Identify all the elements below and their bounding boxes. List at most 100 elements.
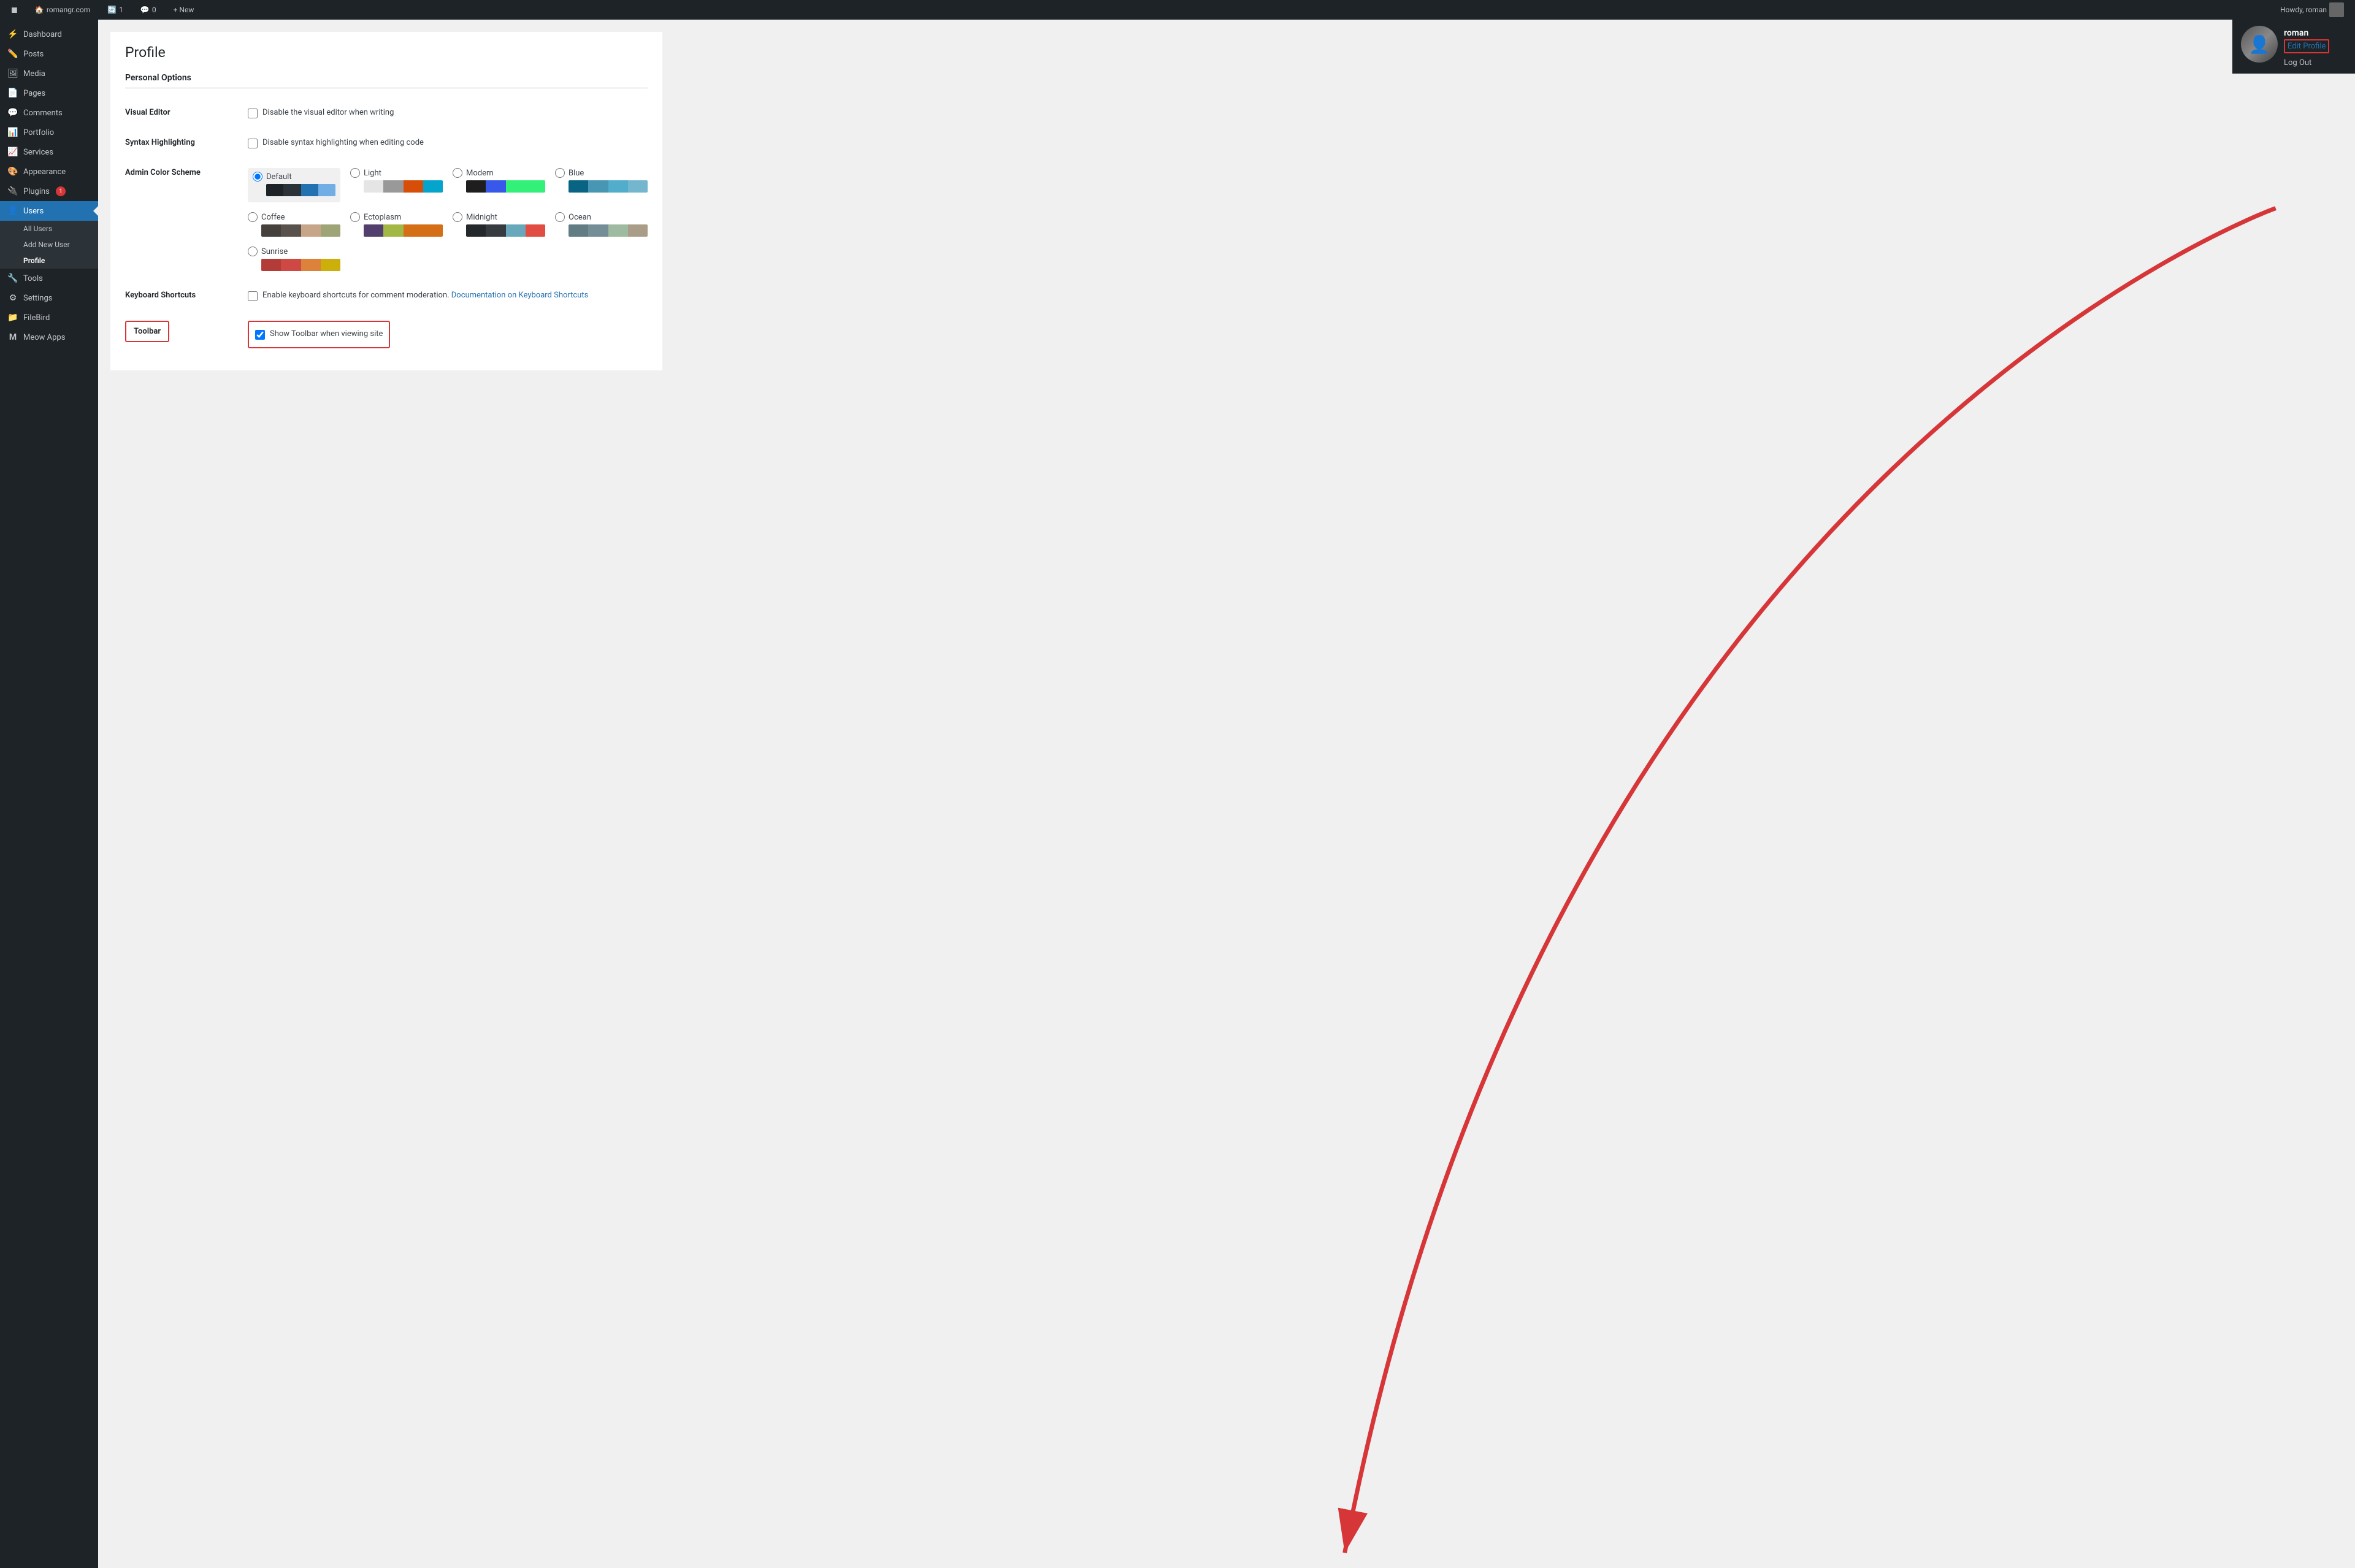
- tools-icon: 🔧: [7, 273, 18, 283]
- submenu-item-all-users[interactable]: All Users: [0, 221, 98, 237]
- color-scheme-midnight-radio[interactable]: [453, 212, 462, 222]
- color-scheme-label: Admin Color Scheme: [125, 158, 248, 281]
- syntax-highlighting-label: Syntax Highlighting: [125, 128, 248, 158]
- color-scheme-sunrise-radio[interactable]: [248, 247, 258, 256]
- logout-link[interactable]: Log Out: [2284, 58, 2329, 67]
- keyboard-shortcuts-docs-link[interactable]: Documentation on Keyboard Shortcuts: [451, 291, 589, 300]
- color-scheme-ocean-radio[interactable]: [555, 212, 565, 222]
- filebird-icon: 📁: [7, 313, 18, 323]
- color-scheme-blue-radio[interactable]: [555, 168, 565, 178]
- color-scheme-ectoplasm-label[interactable]: Ectoplasm: [350, 212, 443, 222]
- users-icon: 👤: [7, 206, 18, 216]
- color-scheme-field: Default: [248, 158, 648, 281]
- edit-profile-link[interactable]: Edit Profile: [2284, 39, 2329, 53]
- submenu-item-profile[interactable]: Profile: [0, 253, 98, 269]
- section-title: Personal Options: [125, 73, 648, 88]
- color-scheme-default-radio[interactable]: [253, 172, 262, 182]
- syntax-highlighting-checkbox-label[interactable]: Disable syntax highlighting when editing…: [248, 138, 648, 148]
- page-title: Profile: [125, 44, 648, 61]
- sidebar-item-label: Pages: [23, 89, 45, 98]
- sidebar-item-label: Users: [23, 207, 44, 216]
- media-icon: 🖼: [7, 69, 18, 78]
- plugins-icon: 🔌: [7, 186, 18, 196]
- ectoplasm-swatches: [364, 224, 443, 237]
- color-scheme-modern-radio[interactable]: [453, 168, 462, 178]
- color-scheme-default-label[interactable]: Default: [253, 172, 335, 182]
- color-scheme-coffee-label[interactable]: Coffee: [248, 212, 340, 222]
- keyboard-shortcuts-text: Enable keyboard shortcuts for comment mo…: [262, 291, 588, 300]
- visual-editor-checkbox-text: Disable the visual editor when writing: [262, 108, 394, 117]
- pages-icon: 📄: [7, 88, 18, 98]
- meowapps-icon: M: [7, 332, 18, 342]
- color-scheme-midnight-label[interactable]: Midnight: [453, 212, 545, 222]
- keyboard-shortcuts-checkbox-label[interactable]: Enable keyboard shortcuts for comment mo…: [248, 291, 648, 301]
- visual-editor-row: Visual Editor Disable the visual editor …: [125, 98, 648, 128]
- username-label: roman: [2284, 28, 2329, 38]
- site-name[interactable]: 🏠 romangr.com: [31, 6, 94, 14]
- users-submenu: All Users Add New User Profile: [0, 221, 98, 269]
- blue-swatches: [569, 180, 648, 193]
- color-scheme-ectoplasm-radio[interactable]: [350, 212, 360, 222]
- user-dropdown: 👤 roman Edit Profile Log Out: [2232, 20, 2355, 74]
- ocean-swatches: [569, 224, 648, 237]
- sidebar-item-media[interactable]: 🖼 Media: [0, 64, 98, 83]
- wp-logo[interactable]: ■: [7, 4, 21, 17]
- toolbar-checkbox-label[interactable]: Show Toolbar when viewing site: [255, 329, 383, 340]
- comments-item[interactable]: 💬 0: [137, 6, 160, 14]
- sidebar-item-label: Meow Apps: [23, 333, 65, 342]
- syntax-highlighting-row: Syntax Highlighting Disable syntax highl…: [125, 128, 648, 158]
- appearance-icon: 🎨: [7, 167, 18, 177]
- sidebar-item-meowapps[interactable]: M Meow Apps: [0, 327, 98, 347]
- sidebar-item-posts[interactable]: ✏️ Posts: [0, 44, 98, 64]
- plugins-badge: 1: [56, 186, 66, 196]
- sidebar-item-plugins[interactable]: 🔌 Plugins 1: [0, 182, 98, 201]
- sidebar-item-pages[interactable]: 📄 Pages: [0, 83, 98, 103]
- sidebar-item-users[interactable]: 👤 Users: [0, 201, 98, 221]
- updates-item[interactable]: 🔄 1: [104, 6, 127, 14]
- syntax-highlighting-checkbox[interactable]: [248, 139, 258, 148]
- active-arrow: [93, 206, 98, 216]
- color-scheme-default: Default: [248, 168, 340, 202]
- coffee-swatches: [261, 224, 340, 237]
- sidebar-item-services[interactable]: 📈 Services: [0, 142, 98, 162]
- sidebar-item-label: Services: [23, 148, 53, 157]
- color-scheme-light-label[interactable]: Light: [350, 168, 443, 178]
- keyboard-shortcuts-row: Keyboard Shortcuts Enable keyboard short…: [125, 281, 648, 311]
- color-scheme-light-radio[interactable]: [350, 168, 360, 178]
- color-scheme-coffee-radio[interactable]: [248, 212, 258, 222]
- sidebar-item-appearance[interactable]: 🎨 Appearance: [0, 162, 98, 182]
- color-scheme-sunrise: Sunrise: [248, 247, 340, 271]
- toolbar-field: Show Toolbar when viewing site: [248, 311, 648, 358]
- sidebar-item-label: Media: [23, 69, 45, 78]
- keyboard-shortcuts-label: Keyboard Shortcuts: [125, 281, 248, 311]
- toolbar-label: Toolbar: [125, 311, 248, 358]
- color-scheme-modern-label[interactable]: Modern: [453, 168, 545, 178]
- submenu-item-add-new-user[interactable]: Add New User: [0, 237, 98, 253]
- visual-editor-checkbox[interactable]: [248, 109, 258, 118]
- howdy-user[interactable]: Howdy, roman: [2276, 2, 2348, 17]
- toolbar-checkbox[interactable]: [255, 330, 265, 340]
- sidebar-item-dashboard[interactable]: ⚡ Dashboard: [0, 25, 98, 44]
- sidebar-item-portfolio[interactable]: 📊 Portfolio: [0, 123, 98, 142]
- color-scheme-blue-label[interactable]: Blue: [555, 168, 648, 178]
- sidebar-item-filebird[interactable]: 📁 FileBird: [0, 308, 98, 327]
- main-content: Profile Personal Options Visual Editor D…: [98, 20, 2355, 1568]
- visual-editor-checkbox-label[interactable]: Disable the visual editor when writing: [248, 108, 648, 118]
- sidebar-item-label: Portfolio: [23, 128, 54, 137]
- posts-icon: ✏️: [7, 49, 18, 59]
- sidebar-item-label: Appearance: [23, 167, 66, 177]
- color-scheme-sunrise-label[interactable]: Sunrise: [248, 247, 340, 256]
- keyboard-shortcuts-field: Enable keyboard shortcuts for comment mo…: [248, 281, 648, 311]
- sidebar-item-label: FileBird: [23, 313, 50, 323]
- sidebar-item-label: Posts: [23, 50, 44, 59]
- sidebar-item-tools[interactable]: 🔧 Tools: [0, 269, 98, 288]
- light-swatches: [364, 180, 443, 193]
- toolbar-checkbox-text: Show Toolbar when viewing site: [270, 329, 383, 338]
- sidebar-item-settings[interactable]: ⚙ Settings: [0, 288, 98, 308]
- sidebar-item-comments[interactable]: 💬 Comments: [0, 103, 98, 123]
- default-swatches: [266, 184, 335, 196]
- new-content-button[interactable]: + New: [170, 6, 198, 14]
- keyboard-shortcuts-checkbox[interactable]: [248, 291, 258, 301]
- color-scheme-ocean-label[interactable]: Ocean: [555, 212, 648, 222]
- wp-logo-icon: ■: [11, 4, 18, 17]
